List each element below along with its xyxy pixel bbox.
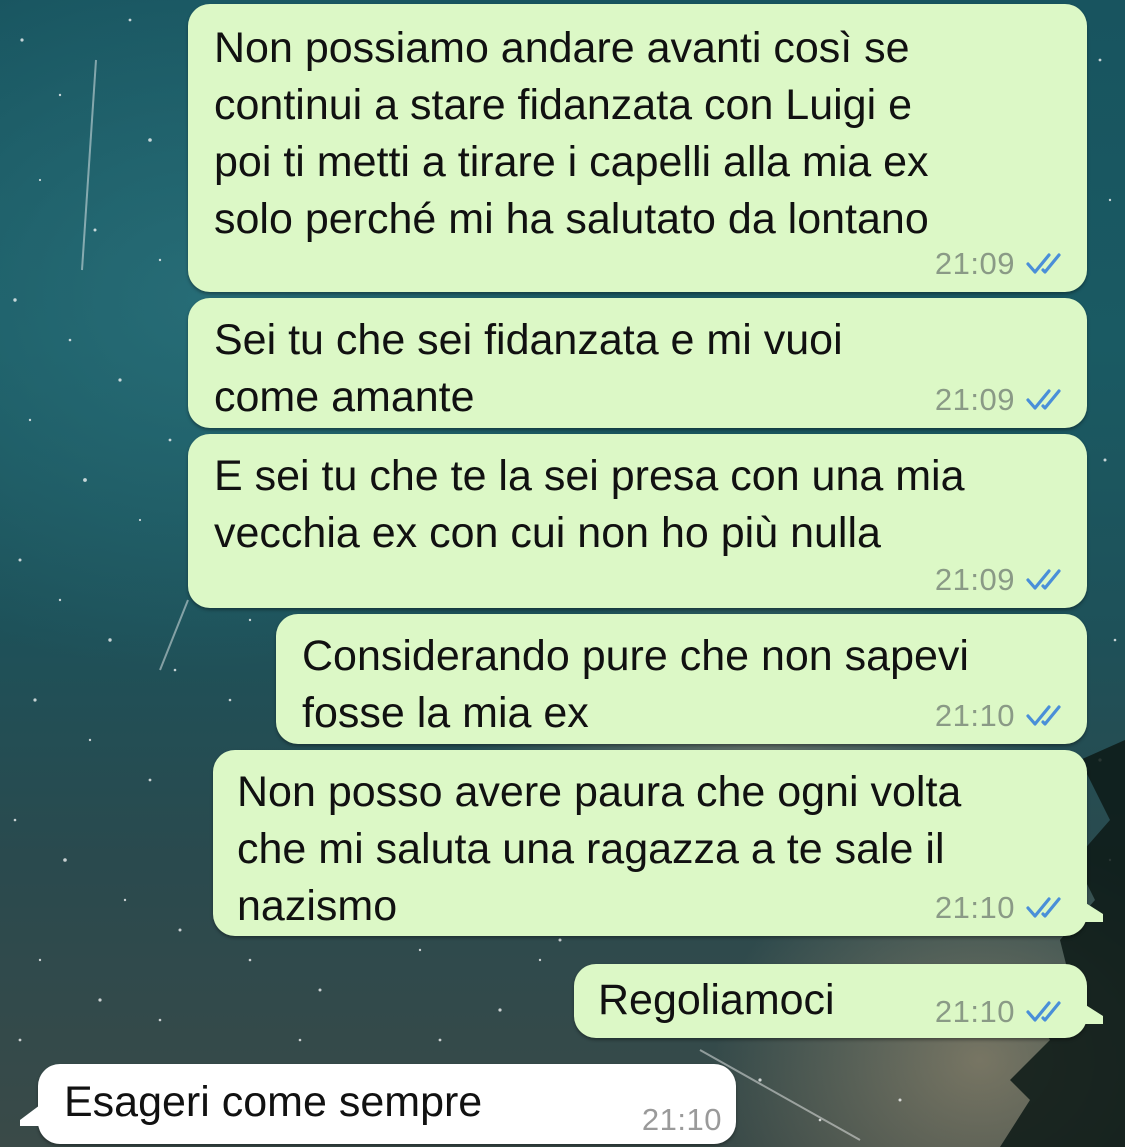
outgoing-message[interactable]: Regoliamoci 21:10 bbox=[574, 964, 1103, 1038]
double-check-read-icon bbox=[1025, 567, 1071, 593]
message-timestamp: 21:09 bbox=[934, 562, 1015, 597]
message-meta: 21:10 bbox=[935, 888, 1071, 928]
message-meta: 21:10 bbox=[935, 696, 1071, 736]
bubble-tail bbox=[20, 1102, 44, 1126]
message-text: Regoliamoci bbox=[598, 976, 835, 1024]
double-check-read-icon bbox=[1025, 251, 1071, 277]
message-text: Non possiamo andare avanti così se conti… bbox=[214, 24, 929, 243]
double-check-read-icon bbox=[1025, 999, 1071, 1025]
outgoing-message[interactable]: E sei tu che te la sei presa con una mia… bbox=[188, 434, 1087, 608]
incoming-message[interactable]: Esageri come sempre 21:10 bbox=[20, 1064, 736, 1144]
message-meta: 21:10 bbox=[935, 992, 1071, 1032]
message-timestamp: 21:09 bbox=[934, 382, 1015, 417]
message-meta: 21:10 bbox=[642, 1100, 722, 1140]
message-text: Non posso avere paura che ogni volta che… bbox=[237, 768, 962, 930]
message-text: E sei tu che te la sei presa con una mia… bbox=[214, 452, 965, 557]
message-meta: 21:09 bbox=[935, 560, 1071, 600]
message-meta: 21:09 bbox=[935, 244, 1071, 284]
outgoing-message[interactable]: Non possiamo andare avanti così se conti… bbox=[188, 4, 1087, 292]
outgoing-message[interactable]: Non posso avere paura che ogni volta che… bbox=[213, 750, 1103, 936]
message-timestamp: 21:10 bbox=[641, 1102, 722, 1137]
message-timestamp: 21:10 bbox=[934, 698, 1015, 733]
double-check-read-icon bbox=[1025, 895, 1071, 921]
message-timestamp: 21:10 bbox=[934, 994, 1015, 1029]
message-text: Considerando pure che non sapevi fosse l… bbox=[302, 632, 969, 737]
outgoing-message[interactable]: Sei tu che sei fidanzata e mi vuoi come … bbox=[188, 298, 1087, 428]
message-meta: 21:09 bbox=[935, 380, 1071, 420]
double-check-read-icon bbox=[1025, 703, 1071, 729]
message-timestamp: 21:09 bbox=[934, 246, 1015, 281]
message-text: Esageri come sempre bbox=[64, 1078, 483, 1126]
double-check-read-icon bbox=[1025, 387, 1071, 413]
outgoing-message[interactable]: Considerando pure che non sapevi fosse l… bbox=[276, 614, 1087, 744]
chat-message-list[interactable]: Non possiamo andare avanti così se conti… bbox=[0, 0, 1125, 1147]
bubble-tail bbox=[1081, 1002, 1103, 1024]
bubble-tail bbox=[1081, 900, 1103, 922]
message-timestamp: 21:10 bbox=[934, 890, 1015, 925]
message-text: Sei tu che sei fidanzata e mi vuoi come … bbox=[214, 316, 843, 421]
